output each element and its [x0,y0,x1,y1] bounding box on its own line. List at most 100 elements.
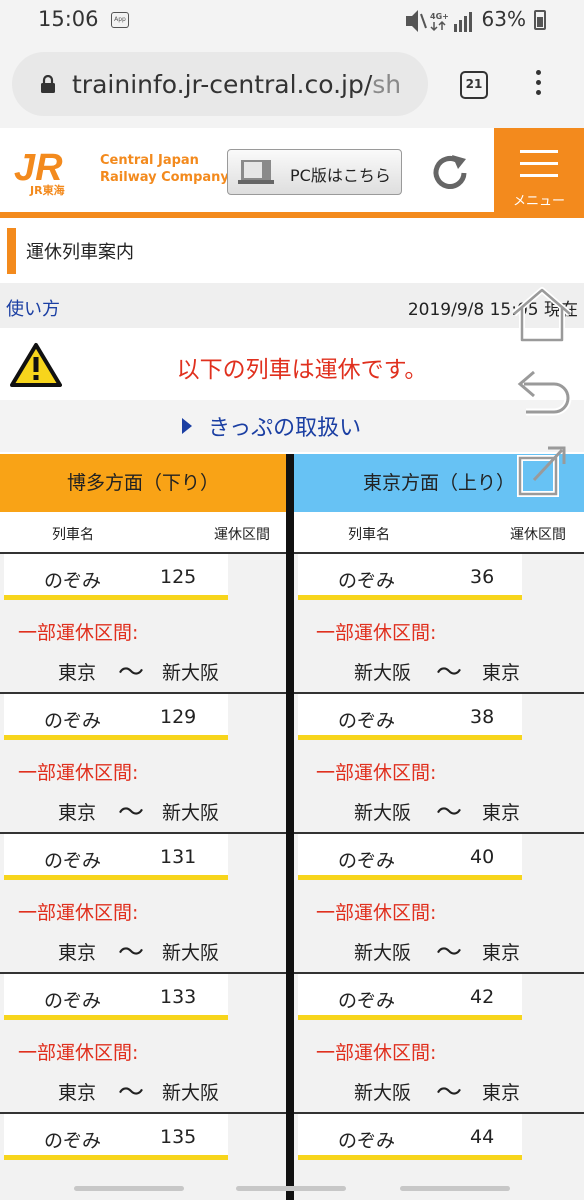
train-name: のぞみ [44,1130,102,1152]
section-to: 東京 [482,802,521,824]
section-from: 新大阪 [354,1082,412,1104]
train-number: 129 [160,706,197,728]
trains-down-list: のぞみ 125 一部運休区間: 東京 〜 新大阪 のぞみ 129 一部運休区間:… [0,552,286,1200]
train-card[interactable]: のぞみ 131 一部運休区間: 東京 〜 新大阪 [0,832,286,972]
section-to: 東京 [482,942,521,964]
section-sep: 〜 [436,658,463,688]
suspension-status: 一部運休区間: [18,1042,139,1064]
share-icon[interactable] [510,440,574,502]
svg-text:4G+: 4G+ [430,12,449,21]
train-name: のぞみ [338,990,396,1012]
company-line-2: Railway Company [100,170,229,185]
warning-banner: 以下の列車は運休です。 [0,328,584,400]
ticket-row: きっぷの取扱い [0,400,584,452]
section-sep: 〜 [118,938,145,968]
tabs-icon[interactable]: 21 [460,71,488,99]
train-number: 42 [470,986,495,1008]
train-card[interactable]: のぞみ 38 一部運休区間: 新大阪 〜 東京 [294,692,584,832]
lock-icon [41,75,55,93]
signal-status-icons: 4G+ [406,10,472,32]
train-card[interactable]: のぞみ 129 一部運休区間: 東京 〜 新大阪 [0,692,286,832]
section-from: 東京 [58,802,97,824]
train-number: 40 [470,846,495,868]
url-host: traininfo.jr-central.co.jp/ [72,70,373,99]
train-number: 133 [160,986,197,1008]
train-name: のぞみ [338,710,396,732]
hamburger-icon [520,150,558,153]
section-to: 東京 [482,662,521,684]
status-bar: 15:06 App 4G+ 63% [0,0,584,40]
train-number: 44 [470,1126,495,1148]
gesture-bar [400,1186,510,1191]
train-card[interactable]: のぞみ 133 一部運休区間: 東京 〜 新大阪 [0,972,286,1112]
train-card[interactable]: のぞみ 40 一部運休区間: 新大阪 〜 東京 [294,832,584,972]
more-vert-icon[interactable] [530,70,546,104]
column-header-down: 列車名 運休区間 [0,512,286,552]
address-bar[interactable]: traininfo.jr-central.co.jp/sh [12,52,428,116]
browser-toolbar: traininfo.jr-central.co.jp/sh 21 [0,40,584,128]
train-card[interactable]: のぞみ 125 一部運休区間: 東京 〜 新大阪 [0,552,286,692]
section-to: 東京 [482,1082,521,1104]
gesture-bar [236,1186,346,1191]
section-sep: 〜 [436,798,463,828]
train-name: のぞみ [338,850,396,872]
section-from: 東京 [58,1082,97,1104]
train-card[interactable]: のぞみ 36 一部運休区間: 新大阪 〜 東京 [294,552,584,692]
company-line-1: Central Japan [100,153,199,168]
reload-icon[interactable] [428,151,472,195]
suspension-status: 一部運休区間: [316,1042,437,1064]
train-name: のぞみ [44,710,102,732]
url-path: sh [372,70,402,99]
train-number: 38 [470,706,495,728]
train-name: のぞみ [44,850,102,872]
section-to: 新大阪 [162,1082,220,1104]
section-to: 新大阪 [162,802,220,824]
company-name: Central Japan Railway Company [100,152,229,186]
howto-link[interactable]: 使い方 [6,295,60,321]
suspension-status: 一部運休区間: [316,902,437,924]
train-name: のぞみ [44,990,102,1012]
suspension-status: 一部運休区間: [316,762,437,784]
jr-logo-sub: JR東海 [30,184,65,197]
suspension-status: 一部運休区間: [18,762,139,784]
back-icon[interactable] [510,366,574,428]
col-section: 運休区間 [214,527,270,543]
battery-percent: 63% [481,7,526,31]
section-from: 新大阪 [354,802,412,824]
menu-button[interactable]: メニュー [494,128,584,212]
section-from: 東京 [58,662,97,684]
suspension-status: 一部運休区間: [18,902,139,924]
section-from: 新大阪 [354,662,412,684]
section-sep: 〜 [436,938,463,968]
train-name: のぞみ [338,1130,396,1152]
section-from: 東京 [58,942,97,964]
col-train-name: 列車名 [348,527,390,543]
section-to: 新大阪 [162,942,220,964]
pc-version-button[interactable]: PC版はこちら [227,149,402,195]
train-number: 125 [160,566,197,588]
section-to: 新大阪 [162,662,220,684]
direction-header-down: 博多方面（下り） [0,454,286,512]
ticket-handling-link[interactable]: きっぷの取扱い [182,410,361,442]
clock: 15:06 [38,7,99,31]
section-sep: 〜 [436,1078,463,1108]
gesture-bar [74,1186,184,1191]
page-title-row: 運休列車案内 [0,224,584,280]
train-name: のぞみ [338,570,396,592]
suspension-status: 一部運休区間: [18,622,139,644]
url-text[interactable]: traininfo.jr-central.co.jp/sh [72,70,422,99]
pc-version-label: PC版はこちら [290,166,391,185]
warning-text: 以下の列車は運休です。 [176,357,428,383]
train-number: 131 [160,846,197,868]
column-divider [286,454,294,1200]
app-notification-icon: App [111,12,129,28]
section-sep: 〜 [118,798,145,828]
section-from: 新大阪 [354,942,412,964]
monitor-icon [238,160,274,184]
train-card[interactable]: のぞみ 42 一部運休区間: 新大阪 〜 東京 [294,972,584,1112]
section-sep: 〜 [118,1078,145,1108]
home-icon[interactable] [510,284,574,346]
menu-label: メニュー [512,194,565,209]
ticket-handling-label: きっぷの取扱い [208,416,362,441]
col-section: 運休区間 [510,527,566,543]
